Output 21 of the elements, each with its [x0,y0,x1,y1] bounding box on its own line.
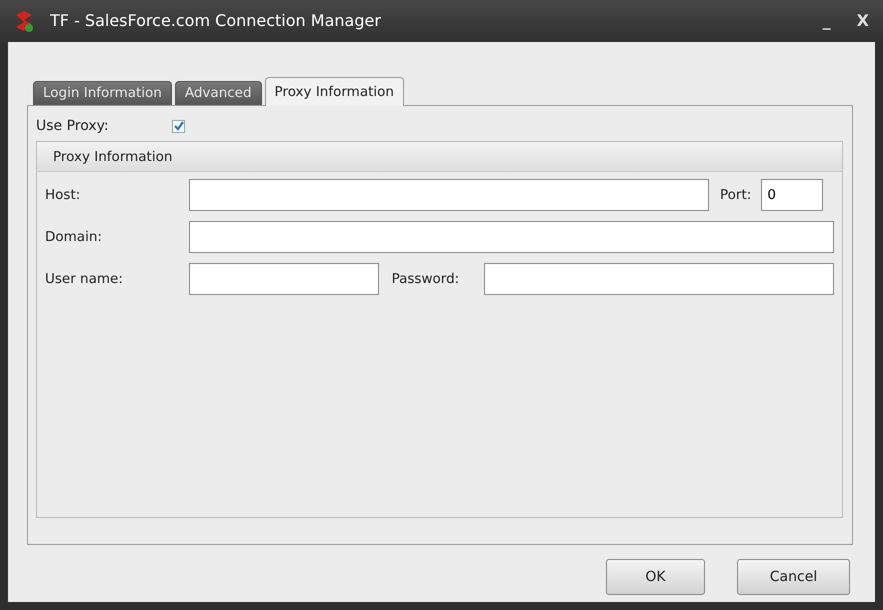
group-title: Proxy Information [37,142,842,172]
user-name-label: User name: [45,270,124,289]
minimize-button[interactable]: _ [816,9,837,33]
host-field[interactable] [189,179,709,211]
use-proxy-checkbox[interactable] [172,120,185,132]
tab[interactable]: Advanced [174,81,262,105]
window-title: TF - SalesForce.com Connection Manager [50,10,382,32]
password-label: Password: [390,270,460,289]
close-button[interactable]: X [850,9,875,33]
user-name-field[interactable] [188,263,379,295]
use-proxy-label: Use Proxy: [36,116,110,136]
domain-label: Domain: [45,228,103,247]
host-label: Host: [45,186,82,205]
domain-field[interactable] [188,221,834,253]
tab[interactable]: Login Information [33,81,172,105]
port-field[interactable]: 0 [761,179,824,211]
tab[interactable]: Proxy Information [264,77,404,106]
dialog-button[interactable]: OK [606,559,705,595]
password-field[interactable] [484,263,834,295]
port-label: Port: [720,186,752,205]
dialog-button[interactable]: Cancel [737,559,850,595]
